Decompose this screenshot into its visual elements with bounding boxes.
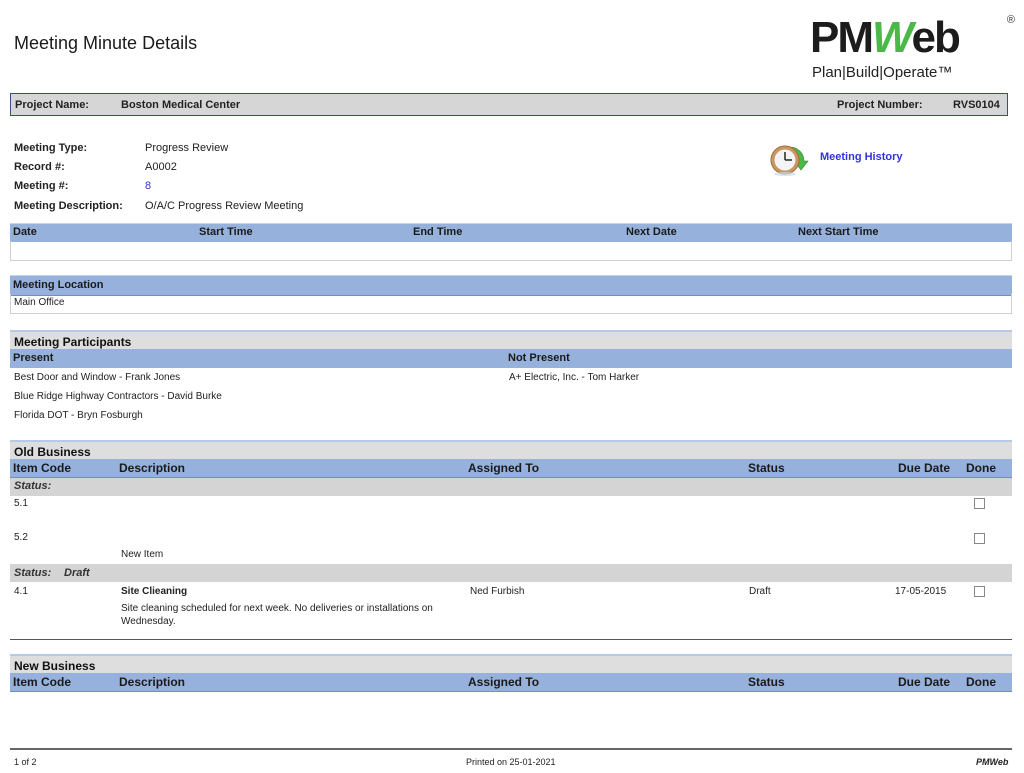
col-end-time: End Time: [413, 226, 463, 238]
footer-rule: [10, 748, 1012, 750]
logo-wordmark: PMWeb: [810, 13, 961, 62]
item-description: Site cleaning scheduled for next week. N…: [121, 603, 433, 627]
not-present-header: Not Present: [508, 352, 570, 364]
page-number: 1 of 2: [14, 757, 37, 767]
project-number-label: Project Number:: [837, 99, 923, 111]
meeting-number-value: 8: [145, 180, 152, 192]
col-done: Done: [966, 675, 996, 689]
meeting-type-label: Meeting Type:: [14, 142, 88, 154]
section-divider: [10, 639, 1012, 640]
new-business-section-header: New Business: [10, 654, 1012, 675]
col-description: Description: [119, 461, 186, 475]
location-value: Main Office: [14, 297, 65, 308]
participants-title: Meeting Participants: [14, 335, 132, 349]
status-group-label: Status:: [14, 567, 52, 579]
project-bar: Project Name: Boston Medical Center Proj…: [10, 93, 1008, 116]
new-business-title: New Business: [14, 659, 96, 673]
item-code: 5.1: [14, 498, 28, 509]
new-business-header-row: Item Code Description Assigned To Status…: [10, 673, 1012, 692]
status-group-header: Status: Draft: [10, 564, 1012, 582]
project-name-label: Project Name:: [15, 99, 89, 111]
logo-tagline: Plan|Build|Operate™: [812, 64, 953, 81]
item-status: Draft: [749, 586, 771, 597]
location-header-label: Meeting Location: [13, 279, 104, 291]
item-title: Site Clieaning: [121, 586, 188, 597]
page-title: Meeting Minute Details: [14, 33, 198, 53]
present-participant: Best Door and Window - Frank Jones: [14, 372, 181, 383]
col-assigned-to: Assigned To: [468, 675, 540, 689]
registered-mark: ®: [1006, 14, 1015, 26]
old-business-header-row: Item Code Description Assigned To Status…: [10, 459, 1012, 478]
meeting-history-button[interactable]: Meeting History: [768, 141, 928, 179]
col-next-date: Next Date: [626, 226, 677, 238]
old-business-title: Old Business: [14, 445, 91, 459]
item-due-date: 17-05-2015: [895, 586, 947, 597]
location-header: Meeting Location: [10, 275, 1012, 296]
status-group-header: Status:: [10, 478, 1012, 496]
record-number-value: A0002: [145, 161, 177, 173]
meeting-description-value: O/A/C Progress Review Meeting: [145, 200, 304, 212]
meeting-type-value: Progress Review: [145, 142, 229, 154]
col-item-code: Item Code: [13, 675, 72, 689]
footer-brand: PMWeb: [976, 757, 1009, 767]
col-start-time: Start Time: [199, 226, 253, 238]
col-done: Done: [966, 461, 996, 475]
pmweb-logo: PMWeb ® Plan|Build|Operate™: [810, 14, 1015, 84]
clock-history-icon: [770, 145, 809, 176]
schedule-value-row: [10, 241, 1012, 261]
participants-header-row: Present Not Present: [10, 349, 1012, 368]
meeting-description-label: Meeting Description:: [14, 200, 123, 212]
done-checkbox[interactable]: [974, 533, 985, 544]
done-checkbox[interactable]: [974, 586, 985, 597]
meeting-history-link[interactable]: Meeting History: [820, 151, 903, 163]
project-number-value: RVS0104: [953, 99, 1000, 111]
project-name-value: Boston Medical Center: [121, 99, 241, 111]
participants-section-header: Meeting Participants: [10, 330, 1012, 351]
col-item-code: Item Code: [13, 461, 72, 475]
present-header: Present: [13, 352, 54, 364]
done-checkbox[interactable]: [974, 498, 985, 509]
location-value-row: Main Office: [10, 294, 1012, 314]
col-due-date: Due Date: [898, 461, 951, 475]
col-description: Description: [119, 675, 186, 689]
schedule-header-row: Date Start Time End Time Next Date Next …: [10, 223, 1012, 242]
status-group-label: Status:: [14, 480, 52, 492]
item-code: 4.1: [14, 586, 28, 597]
col-assigned-to: Assigned To: [468, 461, 540, 475]
col-date: Date: [13, 226, 37, 238]
present-participant: Florida DOT - Bryn Fosburgh: [14, 410, 143, 421]
absent-participant: A+ Electric, Inc. - Tom Harker: [509, 372, 640, 383]
col-status: Status: [748, 461, 785, 475]
printed-date: Printed on 25-01-2021: [466, 757, 556, 767]
meeting-number-label: Meeting #:: [14, 180, 69, 192]
record-number-label: Record #:: [14, 161, 65, 173]
status-group-value: Draft: [64, 567, 90, 579]
present-participant: Blue Ridge Highway Contractors - David B…: [14, 391, 222, 402]
col-due-date: Due Date: [898, 675, 951, 689]
item-description: New Item: [121, 549, 164, 560]
item-code: 5.2: [14, 532, 28, 543]
col-status: Status: [748, 675, 785, 689]
col-next-start-time: Next Start Time: [798, 226, 879, 238]
old-business-section-header: Old Business: [10, 440, 1012, 461]
item-assigned-to: Ned Furbish: [470, 586, 525, 597]
